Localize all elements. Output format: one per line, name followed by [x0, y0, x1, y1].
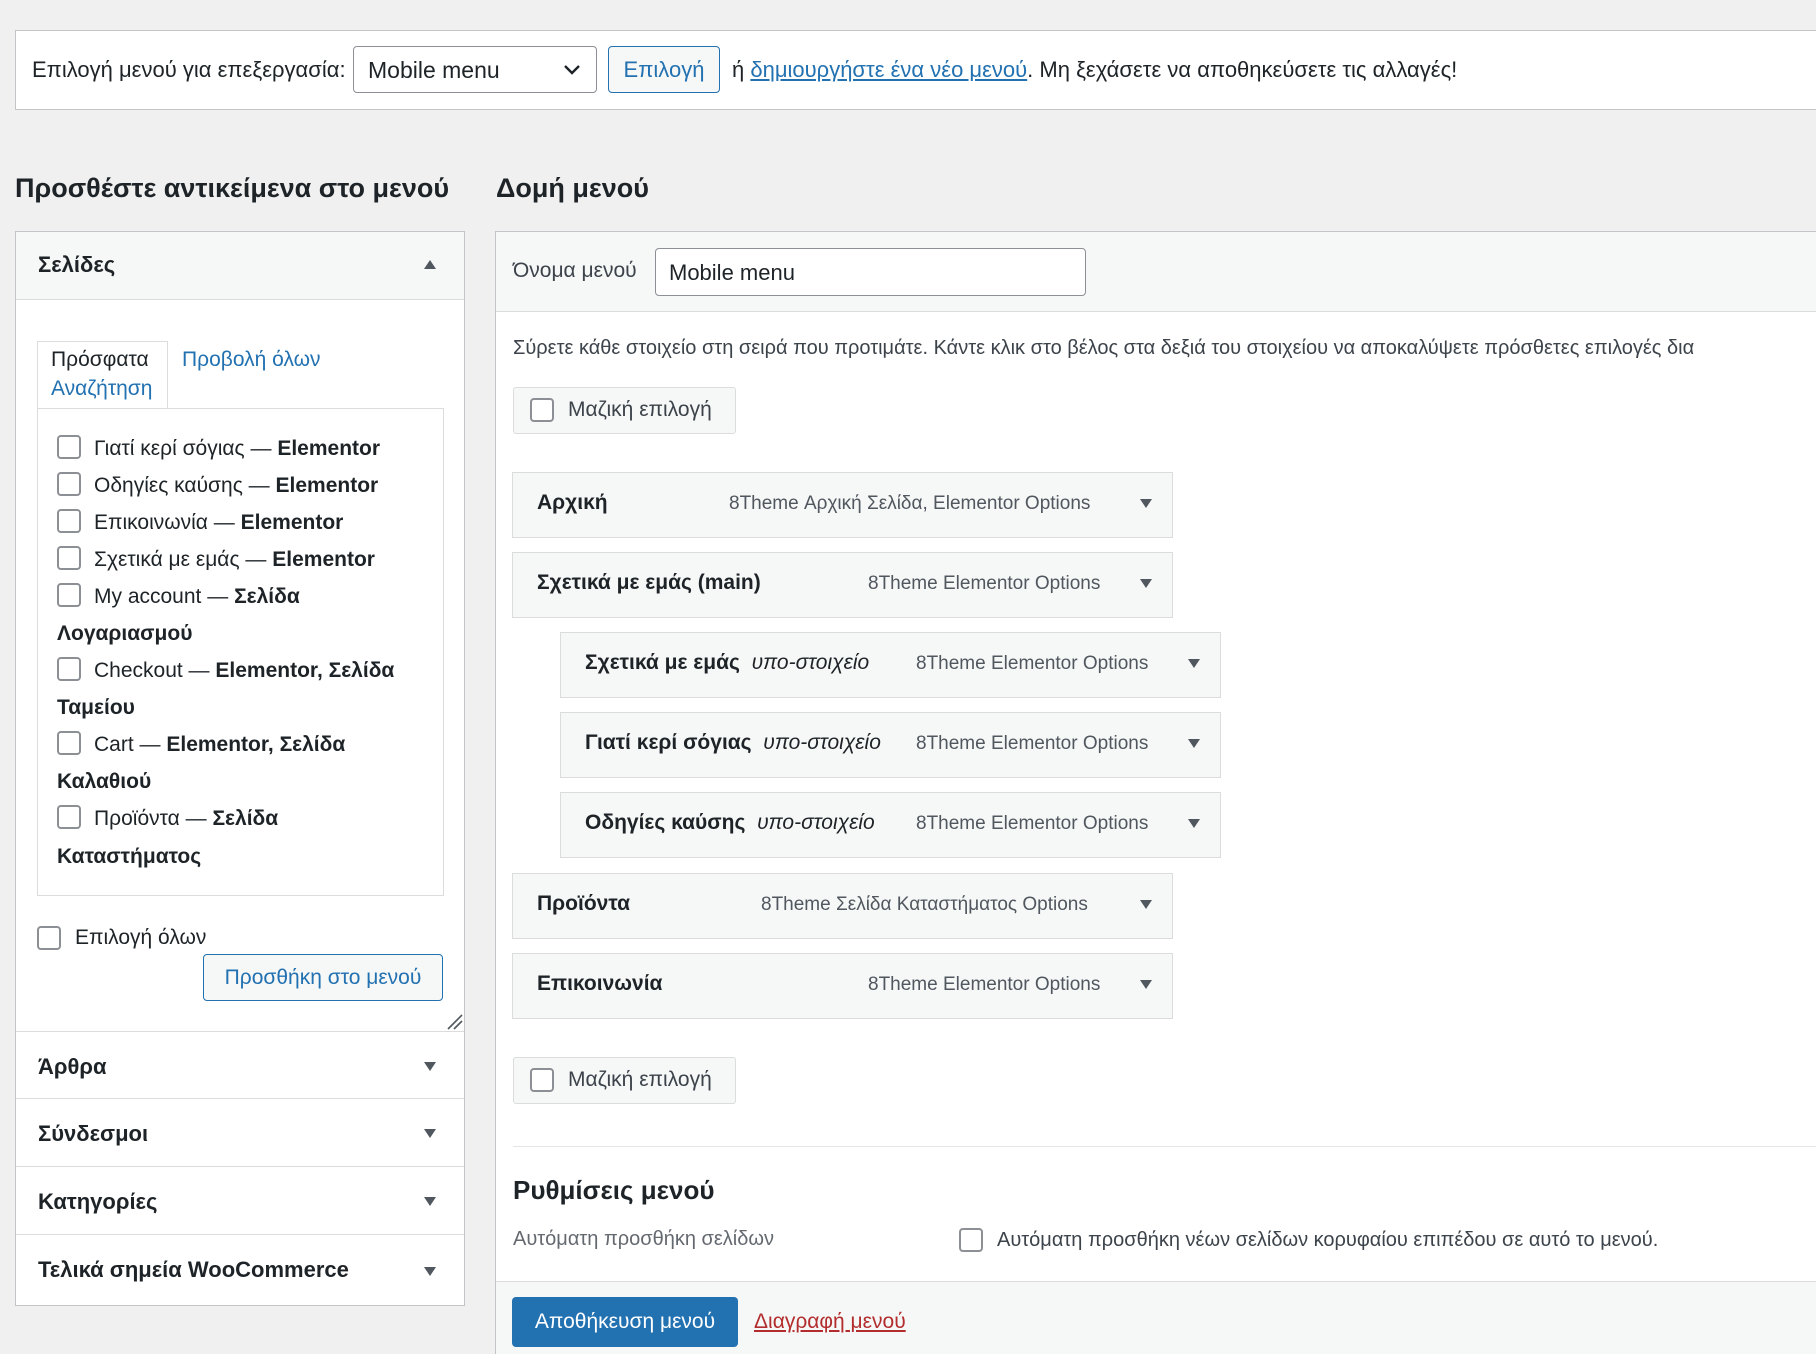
page-checkbox[interactable]: [57, 546, 81, 570]
page-checkbox[interactable]: [57, 435, 81, 459]
menu-item-sub[interactable]: Σχετικά με εμάς υπο-στοιχείο 8Theme Elem…: [560, 632, 1221, 698]
menu-item-sub[interactable]: Γιατί κερί σόγιας υπο-στοιχείο 8Theme El…: [560, 712, 1221, 778]
page-checkbox[interactable]: [57, 509, 81, 533]
tab-recent-label: Πρόσφατα: [51, 348, 149, 371]
menu-instructions: Σύρετε κάθε στοιχείο στη σειρά που προτι…: [513, 337, 1695, 359]
pages-section-title: Σελίδες: [38, 252, 116, 277]
menu-name-label: Όνομα μενού: [513, 259, 637, 282]
bulk-select-label: Μαζική επιλογή: [568, 398, 712, 421]
expand-arrow-icon[interactable]: [1140, 980, 1152, 989]
menu-item[interactable]: Επικοινωνία 8Theme Elementor Options: [512, 953, 1173, 1019]
woocommerce-endpoints-section-title: Τελικά σημεία WooCommerce: [38, 1257, 349, 1282]
woocommerce-endpoints-section-header[interactable]: Τελικά σημεία WooCommerce: [16, 1235, 464, 1305]
expand-arrow-icon: [424, 1129, 436, 1138]
menu-item-title: Γιατί κερί σόγιας υπο-στοιχείο: [585, 731, 881, 754]
list-item: Γιατί κερί σόγιας — Elementor: [94, 437, 381, 460]
menu-item-options: 8Theme Elementor Options: [868, 974, 1101, 995]
list-item: Σχετικά με εμάς — Elementor: [94, 548, 375, 571]
auto-add-text: Αυτόματη προσθήκη νέων σελίδων κορυφαίου…: [997, 1229, 1659, 1251]
bulk-select-checkbox[interactable]: [530, 398, 554, 422]
page-checkbox[interactable]: [57, 472, 81, 496]
list-item: My account — Σελίδα: [94, 585, 300, 608]
list-item-type-cont: Καλαθιού: [57, 770, 152, 793]
categories-section-title: Κατηγορίες: [38, 1189, 158, 1214]
menu-item-title: Αρχική: [537, 491, 608, 514]
expand-arrow-icon[interactable]: [1188, 739, 1200, 748]
list-item: Cart — Elementor, Σελίδα: [94, 733, 346, 756]
menu-settings-title: Ρυθμίσεις μενού: [513, 1175, 715, 1205]
bulk-select-top[interactable]: Μαζική επιλογή: [513, 387, 736, 434]
menu-item-title: Σχετικά με εμάς (main): [537, 571, 761, 594]
auto-add-label: Αυτόματη προσθήκη σελίδων: [513, 1228, 774, 1250]
add-to-menu-button[interactable]: Προσθήκη στο μενού: [203, 954, 443, 1001]
list-item: Checkout — Elementor, Σελίδα: [94, 659, 395, 682]
menu-item-options: 8Theme Σελίδα Καταστήματος Options: [761, 894, 1088, 915]
expand-arrow-icon: [424, 1267, 436, 1276]
list-item: Επικοινωνία — Elementor: [94, 511, 344, 534]
create-menu-line: ή δημιουργήστε ένα νέο μενού. Μη ξεχάσετ…: [732, 57, 1457, 83]
page-checkbox[interactable]: [57, 805, 81, 829]
menu-item[interactable]: Προϊόντα 8Theme Σελίδα Καταστήματος Opti…: [512, 873, 1173, 939]
menu-item-options: 8Theme Elementor Options: [868, 573, 1101, 594]
expand-arrow-icon[interactable]: [1140, 900, 1152, 909]
expand-arrow-icon[interactable]: [1188, 819, 1200, 828]
save-menu-button[interactable]: Αποθήκευση μενού: [512, 1297, 738, 1347]
or-text: ή: [732, 57, 745, 82]
menu-item-options: 8Theme Elementor Options: [916, 653, 1149, 674]
links-section-header[interactable]: Σύνδεσμοι: [16, 1099, 464, 1167]
expand-arrow-icon[interactable]: [1188, 659, 1200, 668]
expand-arrow-icon[interactable]: [1140, 579, 1152, 588]
select-menu-label: Επιλογή μενού για επεξεργασία:: [32, 57, 346, 82]
menu-item[interactable]: Αρχική 8Theme Αρχική Σελίδα, Elementor O…: [512, 472, 1173, 538]
selected-menu-value: Mobile menu: [368, 57, 500, 83]
tab-view-all[interactable]: Προβολή όλων: [182, 348, 321, 372]
menu-item-options: 8Theme Elementor Options: [916, 813, 1149, 834]
posts-section-header[interactable]: Άρθρα: [16, 1031, 464, 1099]
list-item-type-cont: Ταμείου: [57, 696, 135, 719]
select-all-checkbox[interactable]: [37, 926, 61, 950]
menu-item-title: Προϊόντα: [537, 892, 631, 915]
menu-item-title: Οδηγίες καύσης υπο-στοιχείο: [585, 811, 875, 834]
menu-item-options: 8Theme Elementor Options: [916, 733, 1149, 754]
expand-arrow-icon[interactable]: [1140, 499, 1152, 508]
tab-search[interactable]: Αναζήτηση: [51, 377, 152, 401]
links-section-title: Σύνδεσμοι: [38, 1121, 149, 1146]
posts-section-title: Άρθρα: [38, 1054, 107, 1079]
expand-arrow-icon: [424, 1197, 436, 1206]
select-menu-button[interactable]: Επιλογή: [608, 46, 720, 93]
page-checkbox[interactable]: [57, 657, 81, 681]
list-item: Προϊόντα — Σελίδα: [94, 807, 279, 830]
page-checkbox[interactable]: [57, 731, 81, 755]
bulk-select-checkbox[interactable]: [530, 1068, 554, 1092]
menu-item-title: Επικοινωνία: [537, 972, 663, 995]
delete-menu-link[interactable]: Διαγραφή μενού: [754, 1310, 906, 1334]
resize-handle-icon[interactable]: [445, 1012, 463, 1030]
menu-structure-title: Δομή μενού: [496, 173, 649, 203]
menu-item-sub[interactable]: Οδηγίες καύσης υπο-στοιχείο 8Theme Eleme…: [560, 792, 1221, 858]
menu-name-input[interactable]: Mobile menu: [655, 248, 1086, 296]
add-items-title: Προσθέστε αντικείμενα στο μενού: [15, 173, 450, 203]
categories-section-header[interactable]: Κατηγορίες: [16, 1167, 464, 1235]
collapse-arrow-icon: [424, 260, 436, 269]
menu-item[interactable]: Σχετικά με εμάς (main) 8Theme Elementor …: [512, 552, 1173, 618]
page-checkbox[interactable]: [57, 583, 81, 607]
divider: [513, 1146, 1816, 1147]
bulk-select-label: Μαζική επιλογή: [568, 1068, 712, 1091]
menu-item-title: Σχετικά με εμάς υπο-στοιχείο: [585, 651, 870, 674]
select-all-label: Επιλογή όλων: [75, 926, 207, 949]
auto-add-checkbox[interactable]: [959, 1228, 983, 1252]
menu-select-dropdown[interactable]: Mobile menu: [353, 46, 597, 93]
list-item-type-cont: Λογαριασμού: [57, 622, 193, 645]
list-item-type-cont: Καταστήματος: [57, 845, 202, 868]
menu-item-options: 8Theme Αρχική Σελίδα, Elementor Options: [729, 493, 1091, 514]
pages-section-header[interactable]: Σελίδες: [16, 232, 464, 300]
create-new-menu-link[interactable]: δημιουργήστε ένα νέο μενού: [750, 57, 1027, 82]
save-reminder-text: . Μη ξεχάσετε να αποθηκεύσετε τις αλλαγέ…: [1027, 57, 1458, 82]
list-item: Οδηγίες καύσης — Elementor: [94, 474, 379, 497]
chevron-down-icon: [564, 65, 580, 75]
bulk-select-bottom[interactable]: Μαζική επιλογή: [513, 1057, 736, 1104]
expand-arrow-icon: [424, 1062, 436, 1071]
